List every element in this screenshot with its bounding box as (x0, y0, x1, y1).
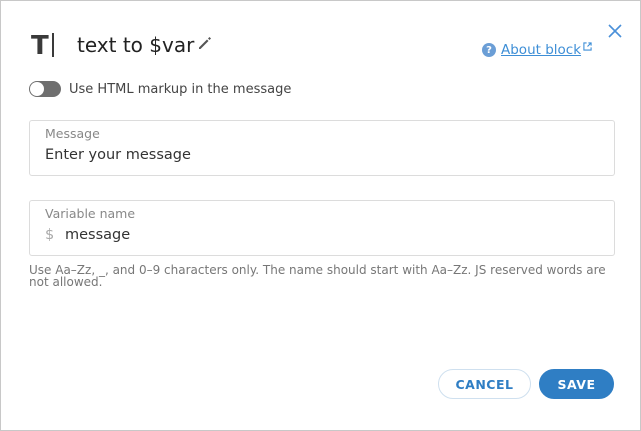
html-markup-option: Use HTML markup in the message (29, 80, 291, 98)
toggle-knob (30, 82, 44, 96)
message-field-label: Message (45, 126, 100, 141)
variable-name-input[interactable]: message (65, 227, 130, 243)
block-settings-dialog: T text to $var ? About block Use HTML ma… (0, 0, 641, 431)
pencil-icon[interactable] (197, 35, 213, 51)
html-markup-toggle[interactable] (29, 81, 61, 97)
variable-name-field[interactable]: Variable name $ message (29, 200, 615, 256)
about-block-label: About block (501, 42, 582, 58)
save-button[interactable]: SAVE (539, 369, 614, 399)
variable-prefix: $ (45, 227, 55, 243)
close-icon[interactable] (607, 23, 623, 39)
message-field[interactable]: Message Enter your message (29, 120, 615, 176)
text-cursor-glyph (51, 33, 54, 57)
external-link-icon (583, 41, 592, 51)
block-title: text to $var (77, 33, 195, 57)
cancel-button[interactable]: CANCEL (438, 369, 531, 399)
about-block-link[interactable]: ? About block (482, 41, 592, 59)
html-markup-label: Use HTML markup in the message (69, 81, 292, 97)
message-input[interactable]: Enter your message (45, 147, 191, 163)
variable-name-label: Variable name (45, 206, 136, 221)
variable-name-hint: Use Aa–Zz, _, and 0–9 characters only. T… (29, 263, 606, 289)
text-block-icon: T (31, 31, 54, 61)
help-icon: ? (482, 43, 496, 57)
